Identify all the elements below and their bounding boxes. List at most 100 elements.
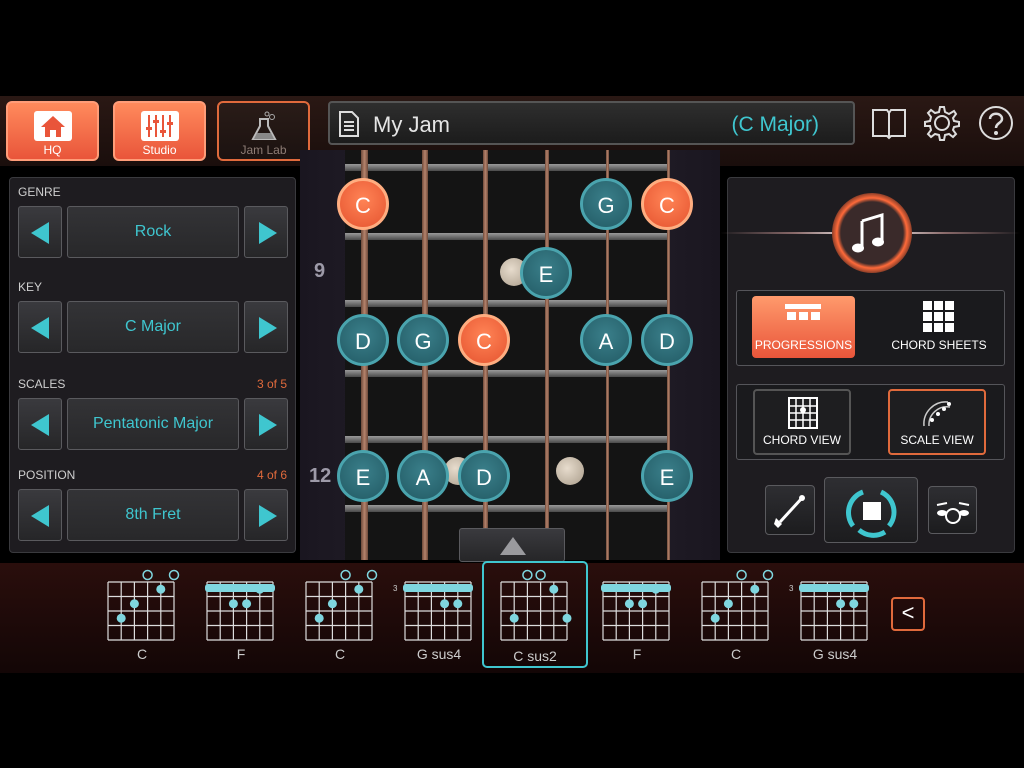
drum-kit-icon — [936, 502, 970, 524]
position-label: POSITION — [18, 468, 76, 482]
genre-label: GENRE — [18, 185, 61, 199]
guitar-instrument-button[interactable] — [765, 485, 815, 535]
chord-diagram — [500, 569, 572, 641]
genre-next-button[interactable] — [244, 206, 288, 258]
chord-name: G sus4 — [416, 646, 462, 662]
key-value[interactable]: C Major — [67, 301, 239, 353]
scales-next-button[interactable] — [244, 398, 288, 450]
collapse-button[interactable]: < — [891, 597, 925, 631]
scale-note[interactable]: C — [337, 178, 389, 230]
scale-view-button[interactable]: SCALE VIEW — [888, 389, 986, 455]
progressions-icon — [785, 304, 821, 320]
left-arrow-icon — [31, 505, 49, 527]
scale-note[interactable]: G — [397, 314, 449, 366]
guitar-string — [545, 150, 549, 560]
settings-panel: GENRE Rock KEY C Major SCALES 3 of 5 Pen… — [9, 177, 296, 553]
jam-name: My Jam — [373, 112, 450, 137]
chord-sheets-button[interactable]: CHORD SHEETS — [885, 296, 993, 358]
chord-name: C sus2 — [513, 648, 557, 664]
fret-number: 9 — [314, 260, 326, 282]
expand-drawer-button[interactable] — [459, 528, 565, 562]
chord-card[interactable]: 3 G sus4 — [391, 568, 487, 666]
fret-wire — [345, 436, 670, 443]
book-icon[interactable] — [870, 104, 908, 142]
scale-note[interactable]: C — [458, 314, 510, 366]
right-arrow-icon — [259, 222, 277, 244]
chord-fret-number: 3 — [393, 584, 398, 593]
chord-name: C — [334, 646, 346, 662]
chord-card[interactable]: 3 G sus4 — [787, 568, 883, 666]
chord-card[interactable]: F — [193, 568, 289, 666]
studio-button[interactable]: Studio — [113, 101, 206, 161]
flask-icon — [246, 111, 282, 141]
guitar-icon — [774, 495, 805, 528]
chord-card[interactable]: C — [94, 568, 190, 666]
scales-prev-button[interactable] — [18, 398, 62, 450]
chord-diagram — [601, 581, 671, 641]
progressions-label: PROGRESSIONS — [754, 338, 853, 352]
scale-note[interactable]: A — [580, 314, 632, 366]
scale-note[interactable]: D — [641, 314, 693, 366]
chord-card-selected[interactable]: C sus2 — [482, 561, 588, 668]
scale-note[interactable]: D — [458, 450, 510, 502]
drums-instrument-button[interactable] — [928, 486, 977, 534]
music-note-button[interactable] — [832, 193, 912, 273]
gear-icon[interactable] — [923, 104, 961, 142]
chord-diagram-icon — [788, 397, 818, 429]
jam-title-bar[interactable]: My Jam (C Major) — [328, 101, 855, 145]
position-value[interactable]: 8th Fret — [67, 489, 239, 541]
right-arrow-icon — [259, 317, 277, 339]
jam-lab-button[interactable]: Jam Lab — [217, 101, 310, 161]
hq-button[interactable]: HQ — [6, 101, 99, 161]
app-screen: HQ Studio Jam Lab My Jam (C Major) GENRE… — [0, 0, 1024, 768]
chord-diagram — [205, 581, 275, 641]
chord-name: C — [730, 646, 742, 662]
chord-diagram — [403, 581, 473, 641]
studio-label: Studio — [142, 143, 177, 157]
fret-wire — [345, 370, 670, 377]
chord-sheets-label: CHORD SHEETS — [891, 338, 987, 352]
progressions-button[interactable]: PROGRESSIONS — [752, 296, 855, 358]
help-icon[interactable] — [977, 104, 1015, 142]
chord-view-button[interactable]: CHORD VIEW — [753, 389, 851, 455]
fret-wire — [345, 505, 670, 512]
left-arrow-icon — [31, 317, 49, 339]
jam-lab-label: Jam Lab — [240, 143, 287, 157]
scale-note[interactable]: D — [337, 314, 389, 366]
scale-note[interactable]: C — [641, 178, 693, 230]
scale-note[interactable]: E — [641, 450, 693, 502]
scales-value[interactable]: Pentatonic Major — [67, 398, 239, 450]
position-next-button[interactable] — [244, 489, 288, 541]
fret-number: 12 — [309, 465, 332, 487]
mixer-icon — [140, 111, 179, 141]
left-arrow-icon — [31, 414, 49, 436]
chord-fret-number: 3 — [789, 584, 794, 593]
position-prev-button[interactable] — [18, 489, 62, 541]
scale-view-label: SCALE VIEW — [900, 433, 974, 447]
chord-card[interactable]: C — [292, 568, 388, 666]
scale-note[interactable]: G — [580, 178, 632, 230]
key-prev-button[interactable] — [18, 301, 62, 353]
chord-diagram — [107, 569, 180, 641]
chord-diagram — [305, 569, 378, 641]
music-note-icon — [852, 212, 884, 253]
scale-note[interactable]: E — [520, 247, 572, 299]
scale-note[interactable]: E — [337, 450, 389, 502]
fret-wire — [345, 300, 670, 307]
right-arrow-icon — [259, 414, 277, 436]
document-icon — [336, 110, 362, 143]
home-icon — [33, 111, 72, 141]
stop-button[interactable] — [824, 477, 918, 543]
chord-card[interactable]: C — [688, 568, 784, 666]
genre-value[interactable]: Rock — [67, 206, 239, 258]
chord-diagram — [701, 569, 774, 641]
left-arrow-icon — [31, 222, 49, 244]
fret-wire — [345, 164, 670, 171]
scale-note[interactable]: A — [397, 450, 449, 502]
jam-key: (C Major) — [731, 113, 820, 136]
genre-prev-button[interactable] — [18, 206, 62, 258]
grid-icon — [923, 301, 954, 332]
chord-name: F — [632, 646, 642, 662]
key-next-button[interactable] — [244, 301, 288, 353]
chord-card[interactable]: F — [589, 568, 685, 666]
